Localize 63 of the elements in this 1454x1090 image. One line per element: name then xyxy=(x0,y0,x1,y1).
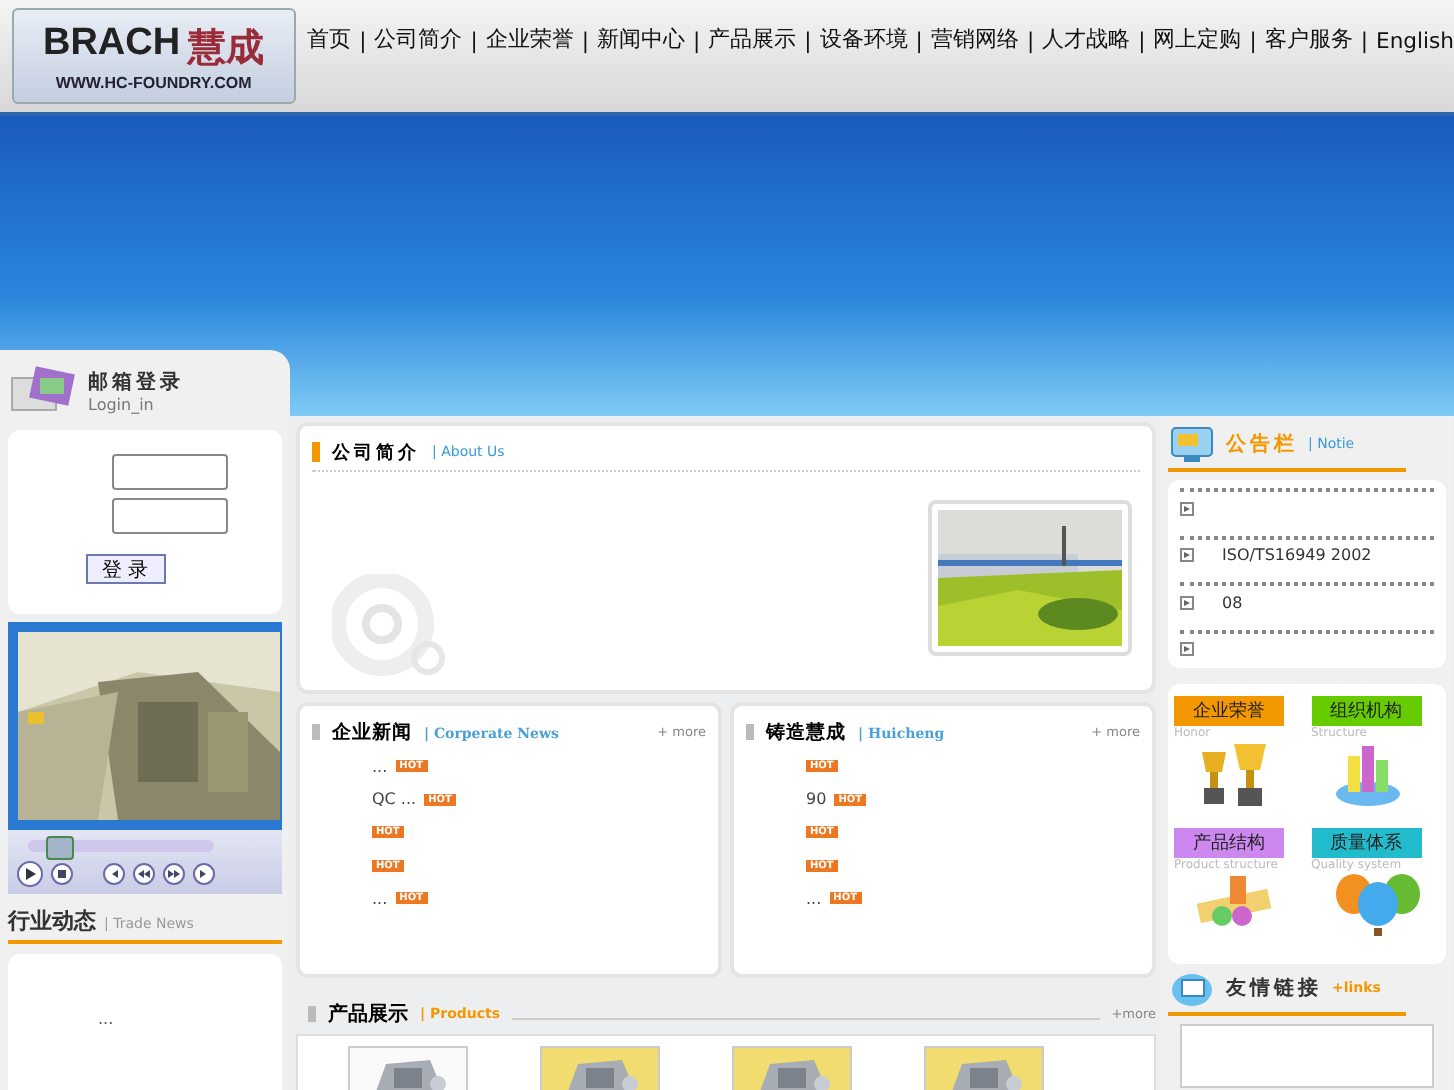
tile-label[interactable]: 组织机构 xyxy=(1311,696,1421,726)
bar-chart-icon xyxy=(1331,740,1403,808)
tile-label[interactable]: 质量体系 xyxy=(1311,828,1421,858)
news-item[interactable]: ... xyxy=(806,889,822,908)
coins-icon xyxy=(1194,872,1274,932)
nav-link[interactable]: 首页 xyxy=(307,26,352,54)
tile-label[interactable]: 企业荣誉 xyxy=(1174,696,1284,726)
rewind-icon[interactable] xyxy=(132,862,156,886)
section-subtitle: Login_in xyxy=(88,395,156,413)
nav-link[interactable]: 企业荣誉 xyxy=(485,26,574,54)
nav-link[interactable]: 新闻中心 xyxy=(597,26,686,54)
nav-link[interactable]: 公司简介 xyxy=(374,26,463,54)
nav-link[interactable]: 产品展示 xyxy=(708,26,797,54)
brand-name: BRACH xyxy=(42,21,181,67)
nav-link[interactable]: 人才战略 xyxy=(1042,26,1131,54)
section-title: 铸造慧成 xyxy=(766,719,846,745)
news-item[interactable]: ... xyxy=(372,889,388,908)
nav-separator: | xyxy=(1138,27,1146,53)
nav-separator: | xyxy=(1249,27,1257,53)
monitor-icon xyxy=(1168,424,1216,464)
nav-separator: | xyxy=(1026,27,1035,53)
bullet-icon xyxy=(1180,595,1194,610)
section-title: 邮箱登录 xyxy=(88,369,184,395)
nav-separator: | xyxy=(1360,27,1368,53)
bullet-icon xyxy=(1180,548,1194,563)
news-item[interactable]: QC ... xyxy=(372,790,417,809)
nav-separator: | xyxy=(804,27,812,53)
notice-item[interactable]: ISO/TS16949 2002 xyxy=(1222,546,1372,565)
section-title: 企业新闻 xyxy=(332,719,412,745)
nav-link[interactable]: 营销网络 xyxy=(930,26,1019,54)
news-item[interactable]: ... xyxy=(98,1010,114,1028)
nav-separator: | xyxy=(470,27,478,53)
notice-item[interactable]: 08 xyxy=(1222,593,1243,612)
login-button[interactable]: 登 录 xyxy=(85,554,165,584)
balloons-icon xyxy=(1331,872,1423,940)
password-field[interactable] xyxy=(111,498,227,534)
username-field[interactable] xyxy=(111,454,227,490)
play-icon[interactable] xyxy=(16,860,44,888)
nav-separator: | xyxy=(693,27,701,53)
section-title: 行业动态 xyxy=(8,906,96,936)
bullet-icon xyxy=(1180,501,1194,516)
nav-separator: | xyxy=(581,27,590,53)
nav-separator: | xyxy=(359,27,367,53)
nav-separator: | xyxy=(915,27,923,53)
stop-icon[interactable] xyxy=(50,862,74,886)
news-item[interactable]: ... xyxy=(372,757,388,776)
news-item[interactable]: 90 xyxy=(806,790,827,809)
tile-label[interactable]: 产品结构 xyxy=(1174,828,1284,858)
seek-handle[interactable] xyxy=(46,836,75,860)
next-icon[interactable] xyxy=(192,862,216,886)
nav-link[interactable]: 设备环境 xyxy=(819,26,908,54)
section-title: 友情链接 xyxy=(1226,975,1322,1002)
brand-name-chinese: 慧成 xyxy=(188,25,265,73)
fast-forward-icon[interactable] xyxy=(162,862,186,886)
nav-link[interactable]: 客户服务 xyxy=(1264,26,1353,54)
bullet-icon xyxy=(1180,642,1194,657)
nav-link[interactable]: English xyxy=(1376,27,1454,53)
site-url: WWW.HC-FOUNDRY.COM xyxy=(55,73,252,91)
nav-link[interactable]: 网上定购 xyxy=(1153,26,1242,54)
section-title: 公告栏 xyxy=(1226,431,1298,458)
section-title: 公司简介 xyxy=(332,441,420,465)
section-title: 产品展示 xyxy=(328,1001,408,1028)
previous-icon[interactable] xyxy=(102,862,126,886)
